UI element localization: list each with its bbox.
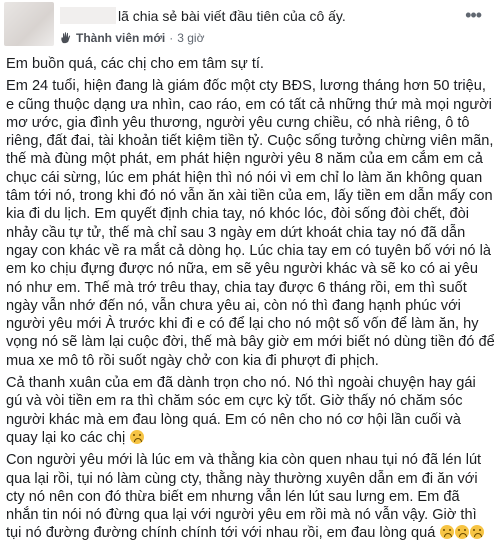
post-paragraph: Em 24 tuổi, hiện đang là giám đốc một ct… <box>6 78 499 369</box>
post-body: Em buồn quá, các chị cho em tâm sự tí. E… <box>6 55 496 547</box>
author-name-redacted <box>60 7 116 24</box>
post-timestamp[interactable]: 3 giờ <box>177 31 204 45</box>
waving-hand-icon <box>60 32 72 44</box>
post-paragraph: Em buồn quá, các chị cho em tâm sự tí. <box>6 56 264 72</box>
post-meta: Thành viên mới · 3 giờ <box>60 31 204 45</box>
member-role-badge[interactable]: Thành viên mới <box>76 31 165 45</box>
post-header: lã chia sẻ bài viết đầu tiên của cô ấy. … <box>0 0 499 52</box>
sad-face-emoji <box>130 429 145 444</box>
more-options-button[interactable]: ••• <box>465 6 482 24</box>
avatar[interactable] <box>4 2 54 46</box>
meta-separator: · <box>169 31 174 45</box>
sad-face-emoji <box>470 525 485 540</box>
post-header-title: lã chia sẻ bài viết đầu tiên của cô ấy. <box>118 8 346 24</box>
post-paragraph: Cả thanh xuân của em đã dành trọn cho nó… <box>6 375 480 446</box>
sad-face-emoji <box>440 525 455 540</box>
post-paragraph: Con người yêu mới là lúc em và thằng kia… <box>6 452 486 542</box>
sad-face-emoji <box>455 525 470 540</box>
